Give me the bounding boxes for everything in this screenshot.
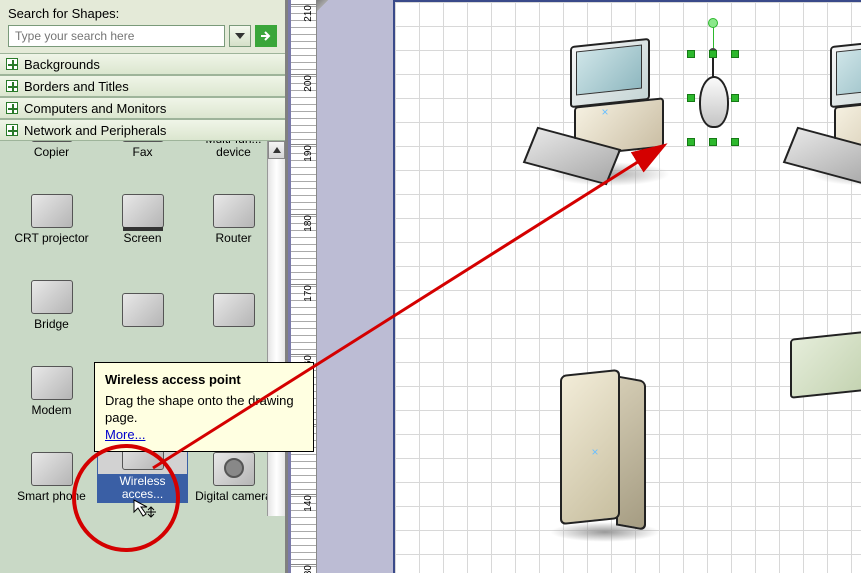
shape-label: Screen <box>123 232 161 245</box>
canvas-tower[interactable]: × <box>540 372 660 542</box>
ruler-tick: 140 <box>303 495 314 512</box>
wap-body-icon <box>699 76 729 128</box>
search-row <box>8 25 277 47</box>
projector-icon <box>31 194 73 228</box>
search-label: Search for Shapes: <box>8 6 277 21</box>
ruler-tick: 180 <box>303 215 314 232</box>
tower-side-icon <box>616 375 646 530</box>
selection-handle[interactable] <box>709 50 717 58</box>
center-marker-icon: × <box>591 445 598 459</box>
selection-handle[interactable] <box>731 50 739 58</box>
shape-bridge[interactable]: Bridge <box>6 245 97 331</box>
shape-label: Fax <box>132 146 152 159</box>
selection-handle[interactable] <box>687 50 695 58</box>
canvas-wrap: 210 200 190 180 170 160 150 140 130 × <box>291 0 861 573</box>
stencil-label: Borders and Titles <box>24 79 129 94</box>
plus-icon <box>6 102 18 114</box>
shape-label: Smart phone <box>17 490 86 503</box>
shape-copier[interactable]: Copier <box>6 141 97 159</box>
search-block: Search for Shapes: <box>0 0 285 53</box>
drawing-page[interactable]: × <box>393 0 861 573</box>
stencil-label: Network and Peripherals <box>24 123 166 138</box>
stencil-header-backgrounds[interactable]: Backgrounds <box>0 53 285 75</box>
canvas-computer-1[interactable]: × <box>530 42 680 182</box>
screen-icon <box>836 45 861 96</box>
shape-screen[interactable]: Screen <box>97 159 188 245</box>
search-go-button[interactable] <box>255 25 277 47</box>
copier-icon <box>31 141 73 142</box>
selection-handle[interactable] <box>731 94 739 102</box>
selection-handle[interactable] <box>687 94 695 102</box>
drawing-canvas[interactable]: × <box>317 0 861 573</box>
arrow-right-icon <box>260 30 272 42</box>
chevron-up-icon <box>273 147 281 153</box>
fax-icon <box>122 141 164 142</box>
device-icon <box>213 293 255 327</box>
shape-smartphone[interactable]: Smart phone <box>6 417 97 503</box>
camera-icon <box>213 452 255 486</box>
tooltip-title: Wireless access point <box>105 371 303 388</box>
screen-icon <box>122 194 164 228</box>
shape-label: CRT projector <box>14 232 88 245</box>
vertical-ruler: 210 200 190 180 170 160 150 140 130 <box>291 0 317 573</box>
selection-handle[interactable] <box>687 138 695 146</box>
plus-icon <box>6 124 18 136</box>
shape-label: Bridge <box>34 318 69 331</box>
shape-label: Modem <box>31 404 71 417</box>
router-icon <box>213 194 255 228</box>
tooltip-more-link[interactable]: More... <box>105 427 145 442</box>
shapes-sidebar: Search for Shapes: Backgrounds Borders a… <box>0 0 288 573</box>
smartphone-icon <box>31 452 73 486</box>
shape-modem[interactable]: Modem <box>6 331 97 417</box>
stencil-label: Backgrounds <box>24 57 100 72</box>
shape-label: Copier <box>34 146 69 159</box>
rotation-handle[interactable] <box>708 18 718 28</box>
stencil-header-computers[interactable]: Computers and Monitors <box>0 97 285 119</box>
plus-icon <box>6 80 18 92</box>
shape-fax[interactable]: Fax <box>97 141 188 159</box>
shape-label: Digital camera <box>195 490 272 503</box>
plus-icon <box>6 58 18 70</box>
ruler-tick: 210 <box>303 5 314 22</box>
canvas-computer-2[interactable] <box>790 42 861 182</box>
shapes-scrollbar[interactable] <box>267 141 285 516</box>
tower-body-icon <box>560 369 620 525</box>
ruler-tick: 130 <box>303 565 314 573</box>
canvas-wireless-access-point[interactable] <box>691 54 737 146</box>
center-marker-icon: × <box>601 105 608 119</box>
shape-unknown-2-3[interactable] <box>188 245 279 331</box>
modem-icon <box>31 366 73 400</box>
selection-handle[interactable] <box>709 138 717 146</box>
shape-unknown-2-2[interactable] <box>97 245 188 331</box>
canvas-rack[interactable] <box>790 332 861 392</box>
shapes-area: Copier Fax Multi-fun... device CRT proje… <box>0 141 285 516</box>
ruler-tick: 190 <box>303 145 314 162</box>
shape-label: Router <box>215 232 251 245</box>
shape-router[interactable]: Router <box>188 159 279 245</box>
ruler-tick: 170 <box>303 285 314 302</box>
search-dropdown-button[interactable] <box>229 25 251 47</box>
shape-tooltip: Wireless access point Drag the shape ont… <box>94 362 314 452</box>
device-icon <box>122 293 164 327</box>
chevron-down-icon <box>235 33 245 39</box>
selection-handle[interactable] <box>731 138 739 146</box>
move-cursor-icon <box>132 498 156 522</box>
stencil-header-network[interactable]: Network and Peripherals <box>0 119 285 141</box>
tooltip-body: Drag the shape onto the drawing page. <box>105 392 303 426</box>
shape-crt-projector[interactable]: CRT projector <box>6 159 97 245</box>
scrollbar-up-button[interactable] <box>268 141 285 159</box>
bridge-icon <box>31 280 73 314</box>
search-input[interactable] <box>8 25 225 47</box>
rack-body-icon <box>790 325 861 399</box>
ruler-tick: 200 <box>303 75 314 92</box>
shape-label: Multi-fun... device <box>188 141 279 159</box>
stencil-label: Computers and Monitors <box>24 101 166 116</box>
stencil-header-borders[interactable]: Borders and Titles <box>0 75 285 97</box>
screen-icon <box>576 45 642 96</box>
shape-mfd[interactable]: Multi-fun... device <box>188 141 279 159</box>
